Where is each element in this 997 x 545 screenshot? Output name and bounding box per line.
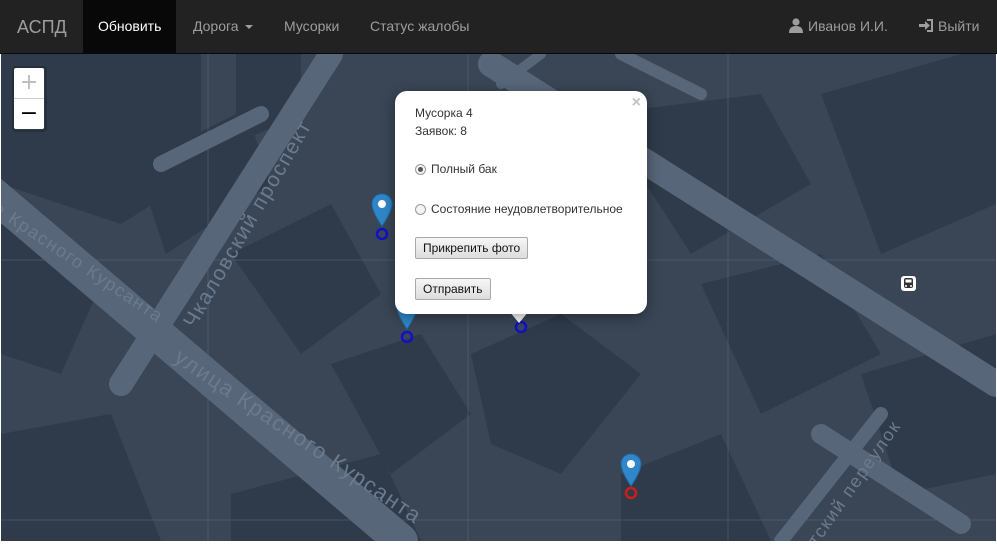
user-name: Иванов И.И. [808,18,888,34]
brand-logo[interactable]: АСПД [17,17,67,38]
zoom-control: + − [12,66,47,132]
submit-button[interactable]: Отправить [415,278,491,300]
nav-bins[interactable]: Мусорки [269,0,354,53]
logout-label: Выйти [938,18,980,34]
top-navbar: АСПД Обновить Дорога Мусорки Статус жало… [0,0,997,54]
nav-user[interactable]: Иванов И.И. [774,0,903,53]
zoom-out-button[interactable]: − [14,99,44,129]
radio-bad-condition-input[interactable] [415,204,426,215]
nav-road-dropdown[interactable]: Дорога [178,0,268,53]
nav-complaint-status[interactable]: Статус жалобы [355,0,485,53]
close-icon[interactable]: × [632,94,641,112]
map-marker-bin-alert[interactable] [620,453,642,503]
radio-full-bin-input[interactable] [415,164,426,175]
map-marker-bin[interactable] [371,193,393,243]
logout-icon [919,19,933,32]
user-icon [789,18,803,33]
nav-logout[interactable]: Выйти [904,0,994,53]
radio-full-bin-label: Полный бак [431,162,497,176]
zoom-in-button[interactable]: + [14,68,44,99]
bin-popup: × Мусорка 4 Заявок: 8 Полный бак Состоян… [395,91,647,314]
radio-bad-condition[interactable]: Состояние неудовлетворительное [415,202,623,216]
caret-down-icon [244,25,253,30]
bus-stop-icon [901,276,916,291]
attach-photo-button[interactable]: Прикрепить фото [415,237,529,259]
popup-requests-count: Заявок: 8 [415,124,467,138]
popup-title: Мусорка 4 [415,106,473,120]
radio-bad-condition-label: Состояние неудовлетворительное [431,202,623,216]
radio-full-bin[interactable]: Полный бак [415,162,497,176]
nav-road-label: Дорога [193,18,239,34]
nav-refresh[interactable]: Обновить [83,0,177,53]
